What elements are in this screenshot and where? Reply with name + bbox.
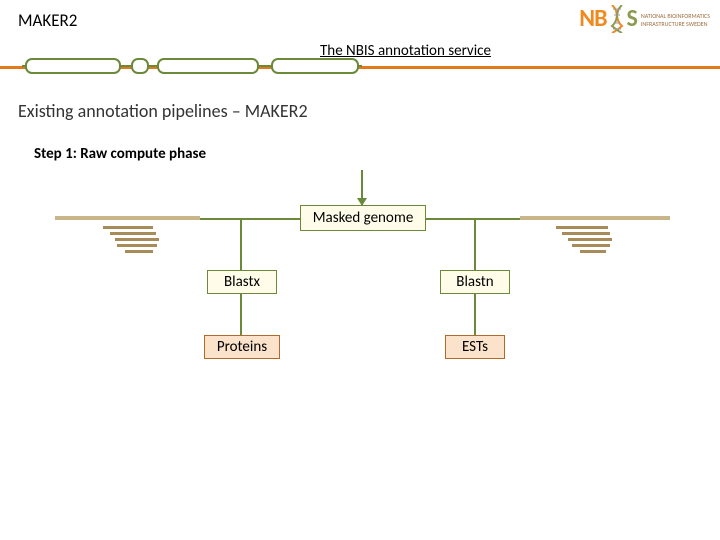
edge-masked-right: [426, 218, 476, 220]
logo-sub-line2: INFRASTRUCTURE SWEDEN: [641, 21, 710, 27]
brand-logo: NB S NATIONAL BIOINFORMATICS INFRASTRUCT…: [579, 4, 710, 33]
edge-right-down2: [474, 294, 476, 335]
gene-model-icon: [22, 57, 362, 75]
slide-title: MAKER2: [18, 10, 77, 31]
arrow-into-masked: [361, 170, 363, 205]
blastx-node: Blastx: [207, 270, 277, 294]
alignment-glyph-right: [520, 214, 670, 264]
flow-diagram: Masked genome Blastx Blastn Proteins EST…: [0, 150, 720, 450]
ests-node: ESTs: [445, 335, 505, 359]
edge-left-down2: [240, 294, 242, 335]
edge-masked-left: [240, 218, 300, 220]
logo-prefix: NB: [579, 4, 606, 33]
edge-right-down1: [474, 218, 476, 270]
dna-helix-icon: [610, 5, 624, 33]
proteins-node: Proteins: [204, 335, 280, 359]
blastn-node: Blastn: [440, 270, 510, 294]
section-heading: Existing annotation pipelines – MAKER2: [18, 100, 308, 122]
logo-subtext: NATIONAL BIOINFORMATICS INFRASTRUCTURE S…: [641, 11, 710, 27]
alignment-glyph-left: [55, 214, 200, 264]
masked-genome-node: Masked genome: [300, 205, 426, 231]
edge-left-down1: [240, 218, 242, 270]
logo-suffix: S: [627, 4, 638, 33]
logo-sub-line1: NATIONAL BIOINFORMATICS: [641, 13, 710, 19]
